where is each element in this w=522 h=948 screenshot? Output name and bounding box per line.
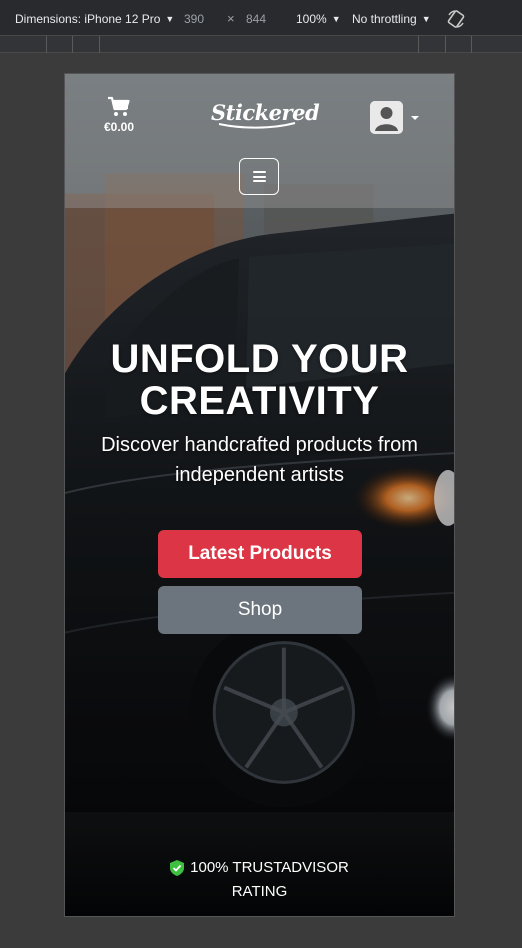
hamburger-icon (252, 171, 266, 182)
zoom-label: 100% (296, 12, 327, 26)
hero-subtitle-line-1: Discover handcrafted products from (101, 434, 418, 456)
device-dimensions-label: Dimensions: iPhone 12 Pro (15, 12, 161, 26)
media-query-ruler (0, 36, 522, 53)
logo-swoosh (218, 122, 296, 129)
dimensions-separator: × (227, 11, 235, 26)
user-avatar-icon (370, 101, 403, 134)
hero-subtitle-line-2: independent artists (174, 464, 344, 486)
throttling-label: No throttling (352, 12, 417, 26)
hero-title-line-2: CREATIVITY (139, 379, 380, 423)
throttling-select[interactable]: No throttling ▼ (352, 12, 431, 26)
caret-down-icon: ▼ (421, 14, 431, 24)
trust-text-line-2: RATING (231, 883, 288, 900)
account-dropdown[interactable] (370, 101, 419, 134)
site-header: €0.00 Stickered (65, 74, 454, 208)
hero-title-line-1: UNFOLD YOUR (110, 337, 409, 381)
hamburger-menu-button[interactable] (239, 158, 279, 195)
hero-subtitle: Discover handcrafted products from indep… (65, 430, 454, 490)
viewport-width-input[interactable]: 390 (184, 12, 204, 26)
viewport-height-input[interactable]: 844 (246, 12, 266, 26)
cart-icon (108, 96, 130, 116)
cart-link[interactable]: €0.00 (99, 96, 139, 134)
device-viewport: €0.00 Stickered UNFOLD YOUR CREATIVITY D… (64, 73, 455, 917)
trust-text-line-1: 100% TRUSTADVISOR (190, 859, 349, 876)
hero-title: UNFOLD YOUR CREATIVITY (65, 338, 454, 422)
caret-down-icon: ▼ (331, 14, 341, 24)
latest-products-button[interactable]: Latest Products (158, 530, 362, 578)
caret-down-icon (411, 115, 419, 120)
shop-button[interactable]: Shop (158, 586, 362, 634)
shield-check-icon (170, 860, 185, 876)
zoom-select[interactable]: 100% ▼ (296, 12, 341, 26)
device-dimensions-select[interactable]: Dimensions: iPhone 12 Pro ▼ (15, 12, 174, 26)
cart-total: €0.00 (103, 120, 135, 134)
rotate-icon[interactable] (446, 9, 466, 29)
caret-down-icon: ▼ (165, 14, 175, 24)
trust-badge: 100% TRUSTADVISOR RATING (65, 856, 454, 904)
devtools-device-toolbar: Dimensions: iPhone 12 Pro ▼ 390 × 844 10… (0, 0, 522, 36)
site-logo[interactable]: Stickered (211, 94, 320, 132)
